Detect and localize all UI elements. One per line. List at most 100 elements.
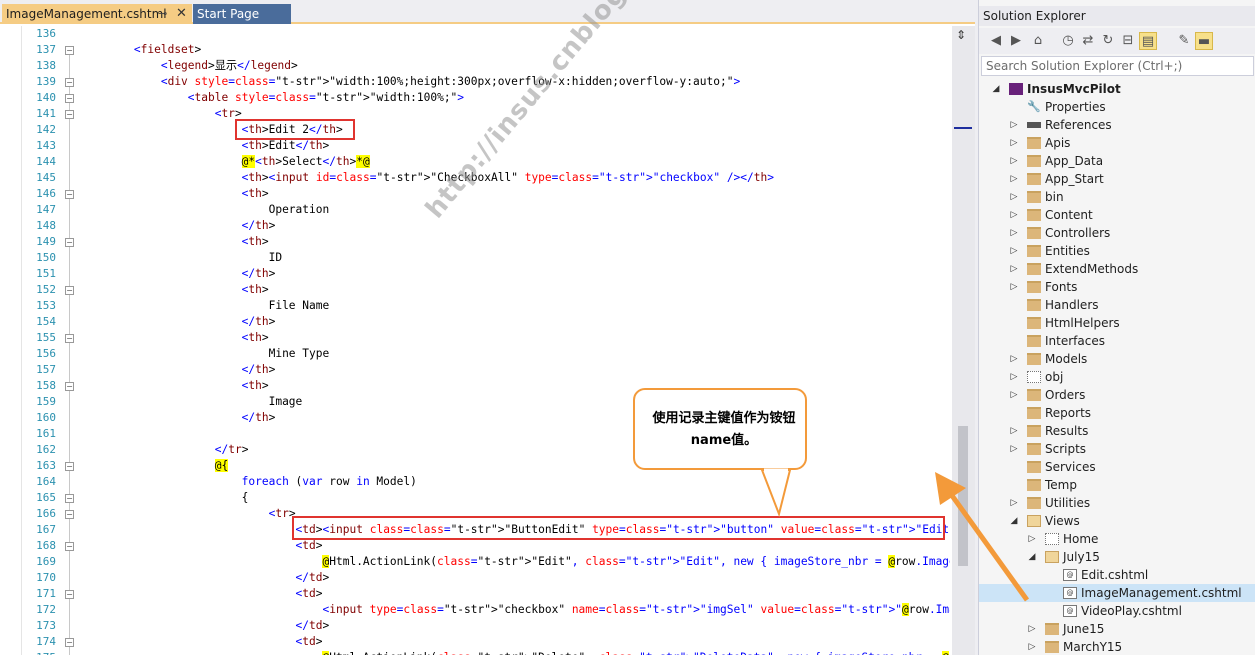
tree-item-utilities[interactable]: ▷ Utilities [979,494,1255,512]
home-icon[interactable]: ⌂ [1029,32,1047,50]
tree-item-entities[interactable]: ▷ Entities [979,242,1255,260]
tree-item-results[interactable]: ▷ Results [979,422,1255,440]
tree-item-bin[interactable]: ▷ bin [979,188,1255,206]
properties-icon[interactable]: ✎ [1175,32,1193,50]
code-line: </th> [241,411,276,424]
tree-item-fonts[interactable]: ▷ Fonts [979,278,1255,296]
tree-item-htmlhelpers[interactable]: HtmlHelpers [979,314,1255,332]
tree-item-services[interactable]: Services [979,458,1255,476]
line-number: 152 [36,283,56,296]
vertical-scrollbar[interactable]: ⇕ [952,26,975,655]
collapse-toggle-icon[interactable]: − [65,238,74,247]
code-line: <table style=class="t-str">"width:100%;"… [187,91,465,104]
expand-arrow-icon[interactable]: ▷ [1009,386,1019,404]
line-number: 164 [36,475,56,488]
back-icon[interactable]: ◀ [987,32,1005,50]
expand-arrow-icon[interactable]: ▷ [1027,620,1037,638]
tree-item-orders[interactable]: ▷ Orders [979,386,1255,404]
tree-item-views[interactable]: ◢ Views [979,512,1255,530]
expand-arrow-icon[interactable]: ▷ [1009,116,1019,134]
tree-item-imagemanagement-cshtml[interactable]: @ ImageManagement.cshtml [979,584,1255,602]
expand-arrow-icon[interactable]: ▷ [1009,152,1019,170]
expanded-arrow-icon[interactable]: ◢ [1027,548,1037,566]
tab-image-management[interactable]: ImageManagement.cshtml ⊸ ✕ [2,4,192,24]
expanded-arrow-icon[interactable]: ◢ [1009,512,1019,530]
code-editor: ImageManagement.cshtml ⊸ ✕ Start Page 13… [0,0,975,655]
sync-icon[interactable]: ⇄ [1079,32,1097,50]
expand-arrow-icon[interactable]: ▷ [1009,206,1019,224]
tree-item-references[interactable]: ▷ References [979,116,1255,134]
collapse-toggle-icon[interactable]: − [65,190,74,199]
expanded-arrow-icon[interactable]: ◢ [991,80,1001,98]
collapse-toggle-icon[interactable]: − [65,510,74,519]
tree-item-content[interactable]: ▷ Content [979,206,1255,224]
tree-item-controllers[interactable]: ▷ Controllers [979,224,1255,242]
collapse-toggle-icon[interactable]: − [65,286,74,295]
open-folder-icon [1027,515,1041,527]
expand-arrow-icon[interactable]: ▷ [1009,170,1019,188]
show-all-files-icon[interactable]: ▤ [1139,32,1157,50]
tree-item-scripts[interactable]: ▷ Scripts [979,440,1255,458]
tree-item-handlers[interactable]: Handlers [979,296,1255,314]
collapse-toggle-icon[interactable]: − [65,110,74,119]
collapse-toggle-icon[interactable]: − [65,94,74,103]
collapse-toggle-icon[interactable]: − [65,462,74,471]
expand-arrow-icon[interactable]: ▷ [1009,224,1019,242]
solution-search-input[interactable]: Search Solution Explorer (Ctrl+;) [981,56,1254,76]
tree-item-obj[interactable]: ▷ obj [979,368,1255,386]
collapse-toggle-icon[interactable]: − [65,494,74,503]
close-icon[interactable]: ✕ [176,4,187,24]
refresh-icon[interactable]: ↻ [1099,32,1117,50]
collapse-toggle-icon[interactable]: − [65,382,74,391]
expand-arrow-icon[interactable]: ▷ [1009,440,1019,458]
forward-icon[interactable]: ▶ [1007,32,1025,50]
tree-item-edit-cshtml[interactable]: @ Edit.cshtml [979,566,1255,584]
expand-arrow-icon[interactable]: ▷ [1009,188,1019,206]
line-number: 139 [36,75,56,88]
expand-arrow-icon[interactable]: ▷ [1009,368,1019,386]
code-line: <td> [295,539,323,552]
tab-start-page[interactable]: Start Page [193,4,291,24]
tree-item-july15[interactable]: ◢ July15 [979,548,1255,566]
collapse-toggle-icon[interactable]: − [65,78,74,87]
history-icon[interactable]: ◷ [1059,32,1077,50]
preview-icon[interactable]: ▬ [1195,32,1213,50]
tree-item-reports[interactable]: Reports [979,404,1255,422]
expand-arrow-icon[interactable]: ▷ [1009,494,1019,512]
collapse-toggle-icon[interactable]: − [65,542,74,551]
expand-arrow-icon[interactable]: ▷ [1027,530,1037,548]
tree-item-app-start[interactable]: ▷ App_Start [979,170,1255,188]
collapse-toggle-icon[interactable]: − [65,590,74,599]
tree-item-marchy15[interactable]: ▷ MarchY15 [979,638,1255,655]
collapse-all-icon[interactable]: ⊟ [1119,32,1137,50]
tree-item-temp[interactable]: Temp [979,476,1255,494]
tree-item-apis[interactable]: ▷ Apis [979,134,1255,152]
scroll-thumb[interactable] [958,426,968,566]
tree-item-app-data[interactable]: ▷ App_Data [979,152,1255,170]
tree-item-interfaces[interactable]: Interfaces [979,332,1255,350]
expand-arrow-icon[interactable]: ▷ [1009,350,1019,368]
split-icon[interactable]: ⇕ [956,28,966,42]
folder-icon [1027,191,1041,203]
collapse-toggle-icon[interactable]: − [65,46,74,55]
expand-arrow-icon[interactable]: ▷ [1009,278,1019,296]
pin-icon[interactable]: ⊸ [158,4,167,24]
expand-arrow-icon[interactable]: ▷ [1009,242,1019,260]
expand-arrow-icon[interactable]: ▷ [1027,638,1037,655]
highlight-box-td-button [292,516,945,540]
tree-item-extendmethods[interactable]: ▷ ExtendMethods [979,260,1255,278]
tree-item-properties[interactable]: 🔧 Properties [979,98,1255,116]
expand-arrow-icon[interactable]: ▷ [1009,134,1019,152]
tree-item-label: Controllers [1045,226,1111,240]
tree-item-june15[interactable]: ▷ June15 [979,620,1255,638]
code-line: <td> [295,635,323,648]
expand-arrow-icon[interactable]: ▷ [1009,422,1019,440]
wrench-icon: 🔧 [1027,100,1041,113]
expand-arrow-icon[interactable]: ▷ [1009,260,1019,278]
tree-item-videoplay-cshtml[interactable]: @ VideoPlay.cshtml [979,602,1255,620]
collapse-toggle-icon[interactable]: − [65,638,74,647]
tree-item-models[interactable]: ▷ Models [979,350,1255,368]
collapse-toggle-icon[interactable]: − [65,334,74,343]
tree-item-insusmvcpilot[interactable]: ◢ InsusMvcPilot [979,80,1255,98]
tree-item-home[interactable]: ▷ Home [979,530,1255,548]
